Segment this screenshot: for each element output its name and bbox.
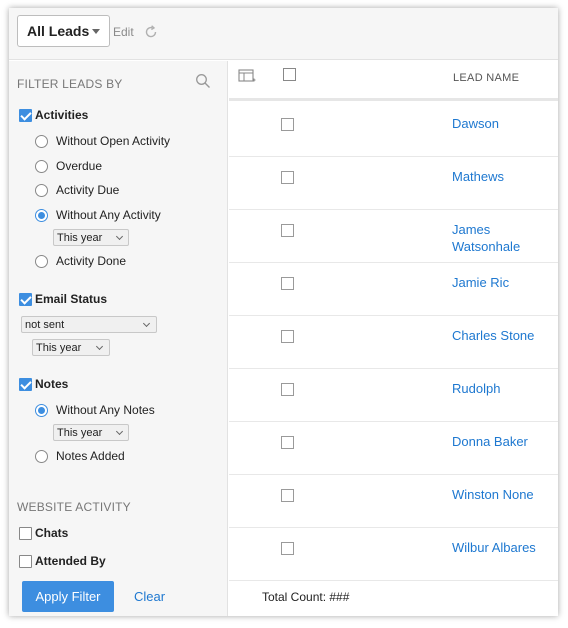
attended-by-checkbox[interactable]	[19, 555, 32, 568]
row-checkbox[interactable]	[281, 277, 294, 290]
table-row: Rudolph	[229, 369, 558, 422]
lead-name-link[interactable]: Charles Stone	[452, 327, 552, 344]
column-settings-icon[interactable]	[238, 68, 256, 84]
option-label: Without Any Notes	[56, 403, 155, 417]
radio-button-selected[interactable]	[35, 404, 48, 417]
email-period-value: This year	[36, 342, 82, 354]
row-checkbox[interactable]	[281, 171, 294, 184]
table-row: James Watsonhale	[229, 210, 558, 263]
total-count: Total Count: ###	[262, 590, 350, 604]
radio-button[interactable]	[35, 184, 48, 197]
row-checkbox[interactable]	[281, 118, 294, 131]
edit-link[interactable]: Edit	[113, 25, 134, 39]
apply-filter-button[interactable]: Apply Filter	[22, 581, 114, 612]
row-checkbox[interactable]	[281, 542, 294, 555]
row-checkbox[interactable]	[281, 330, 294, 343]
row-checkbox[interactable]	[281, 224, 294, 237]
clear-link[interactable]: Clear	[134, 589, 165, 604]
toolbar: All Leads Edit	[9, 8, 558, 60]
option-label: Without Open Activity	[56, 134, 171, 148]
row-checkbox[interactable]	[281, 436, 294, 449]
filter-sidebar: FILTER LEADS BY Activities Without Open …	[9, 61, 228, 616]
chevron-down-icon	[92, 29, 100, 34]
row-checkbox[interactable]	[281, 489, 294, 502]
chevron-down-icon	[115, 232, 124, 241]
notes-period-value: This year	[57, 427, 103, 439]
email-period-select[interactable]: This year	[32, 339, 110, 356]
email-status-checkbox[interactable]	[19, 293, 32, 306]
chevron-down-icon	[142, 319, 151, 328]
option-label: Notes Added	[56, 449, 125, 463]
notes-checkbox[interactable]	[19, 378, 32, 391]
filter-title: FILTER LEADS BY	[17, 77, 123, 91]
email-status-label: Email Status	[35, 292, 108, 306]
table-row: Jamie Ric	[229, 263, 558, 316]
table-row: Winston None	[229, 475, 558, 528]
notes-label: Notes	[35, 377, 69, 391]
lead-name-link[interactable]: Dawson	[452, 115, 552, 132]
view-selector[interactable]: All Leads	[17, 15, 110, 47]
lead-name-link[interactable]: James Watsonhale	[452, 221, 552, 255]
lead-name-link[interactable]: Jamie Ric	[452, 274, 552, 291]
option-label: Without Any Activity	[56, 208, 161, 222]
radio-button[interactable]	[35, 450, 48, 463]
notes-period-select[interactable]: This year	[53, 424, 129, 441]
website-activity-title: WEBSITE ACTIVITY	[17, 500, 131, 514]
attended-by-label: Attended By	[35, 554, 106, 568]
search-icon[interactable]	[195, 73, 211, 89]
table-row: Charles Stone	[229, 316, 558, 369]
leads-window: All Leads Edit FILTER LEADS BY Activitie…	[9, 8, 558, 616]
option-label: Activity Due	[56, 183, 120, 197]
table-row: Mathews	[229, 157, 558, 210]
option-label: Overdue	[56, 159, 103, 173]
activities-checkbox[interactable]	[19, 109, 32, 122]
activity-period-select[interactable]: This year	[53, 229, 129, 246]
table-row: Wilbur Albares	[229, 528, 558, 581]
activity-period-value: This year	[57, 232, 103, 244]
table-row: Dawson	[229, 104, 558, 157]
lead-name-link[interactable]: Rudolph	[452, 380, 552, 397]
lead-name-link[interactable]: Winston None	[452, 486, 552, 503]
radio-button[interactable]	[35, 135, 48, 148]
leads-table: LEAD NAME Dawson Mathews James Watsonhal…	[229, 61, 558, 616]
table-header: LEAD NAME	[229, 61, 558, 101]
row-checkbox[interactable]	[281, 383, 294, 396]
option-label: Activity Done	[56, 254, 127, 268]
activities-label: Activities	[35, 108, 89, 122]
chevron-down-icon	[95, 342, 104, 351]
email-status-select[interactable]: not sent	[21, 316, 157, 333]
refresh-icon[interactable]	[143, 24, 159, 40]
view-selector-label: All Leads	[27, 23, 90, 39]
chats-checkbox[interactable]	[19, 527, 32, 540]
lead-name-link[interactable]: Mathews	[452, 168, 552, 185]
radio-button-selected[interactable]	[35, 209, 48, 222]
email-status-value: not sent	[25, 319, 65, 331]
lead-name-link[interactable]: Donna Baker	[452, 433, 552, 450]
chevron-down-icon	[115, 427, 124, 436]
chats-label: Chats	[35, 526, 69, 540]
select-all-checkbox[interactable]	[283, 68, 296, 81]
lead-name-header[interactable]: LEAD NAME	[453, 72, 519, 84]
radio-button[interactable]	[35, 160, 48, 173]
table-row: Donna Baker	[229, 422, 558, 475]
lead-name-link[interactable]: Wilbur Albares	[452, 539, 552, 556]
radio-button[interactable]	[35, 255, 48, 268]
